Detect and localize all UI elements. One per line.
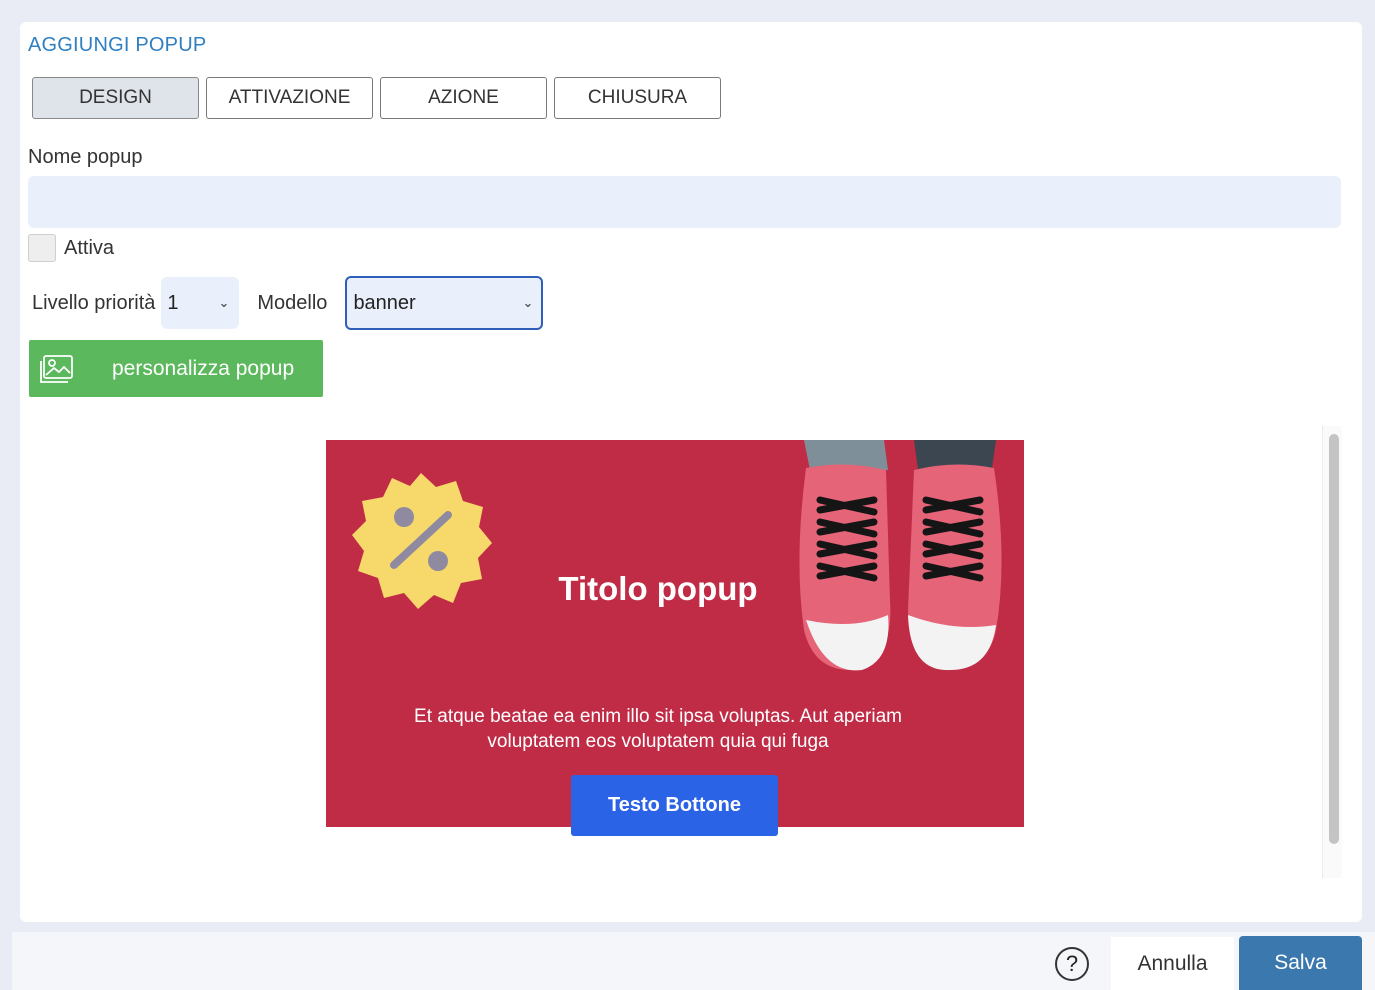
cancel-button[interactable]: Annulla bbox=[1111, 937, 1234, 990]
chevron-down-icon: ⌄ bbox=[522, 295, 534, 310]
image-icon bbox=[40, 354, 73, 383]
popup-name-input[interactable] bbox=[28, 176, 1341, 228]
scrollbar-thumb[interactable] bbox=[1329, 434, 1339, 844]
tab-chiusura[interactable]: CHIUSURA bbox=[554, 77, 721, 119]
add-popup-dialog: AGGIUNGI POPUP DESIGN ATTIVAZIONE AZIONE… bbox=[20, 22, 1362, 922]
tab-attivazione[interactable]: ATTIVAZIONE bbox=[206, 77, 373, 119]
preview-text: Et atque beatae ea enim illo sit ipsa vo… bbox=[414, 706, 902, 752]
dialog-title: AGGIUNGI POPUP bbox=[28, 34, 207, 56]
popup-name-label: Nome popup bbox=[28, 146, 143, 168]
dialog-footer: ? Annulla Salva bbox=[12, 932, 1375, 990]
active-label: Attiva bbox=[64, 236, 115, 259]
priority-value: 1 bbox=[167, 291, 179, 314]
preview-scrollbar[interactable] bbox=[1322, 426, 1342, 878]
customize-popup-button[interactable]: personalizza popup bbox=[29, 340, 323, 397]
tab-azione[interactable]: AZIONE bbox=[380, 77, 547, 119]
sneakers-image bbox=[799, 440, 1002, 671]
options-row: Livello priorità 1 ⌄ Modello banner ⌄ bbox=[32, 276, 544, 330]
model-label: Modello bbox=[257, 291, 328, 314]
tab-bar: DESIGN ATTIVAZIONE AZIONE CHIUSURA bbox=[32, 77, 721, 119]
help-icon[interactable]: ? bbox=[1055, 947, 1089, 981]
chevron-down-icon: ⌄ bbox=[218, 295, 230, 310]
popup-preview-banner: Titolo popup Et atque beatae ea enim ill… bbox=[326, 440, 1024, 836]
save-button[interactable]: Salva bbox=[1239, 936, 1362, 990]
priority-select[interactable]: 1 ⌄ bbox=[161, 277, 240, 329]
model-value: banner bbox=[353, 291, 416, 314]
preview-button[interactable]: Testo Bottone bbox=[571, 775, 778, 836]
active-checkbox-row: Attiva bbox=[28, 234, 114, 262]
preview-title: Titolo popup bbox=[558, 570, 758, 607]
priority-label: Livello priorità bbox=[32, 291, 156, 314]
active-checkbox[interactable] bbox=[28, 234, 56, 262]
model-select[interactable]: banner ⌄ bbox=[345, 276, 544, 330]
customize-popup-label: personalizza popup bbox=[112, 356, 295, 380]
tab-design[interactable]: DESIGN bbox=[32, 77, 199, 119]
